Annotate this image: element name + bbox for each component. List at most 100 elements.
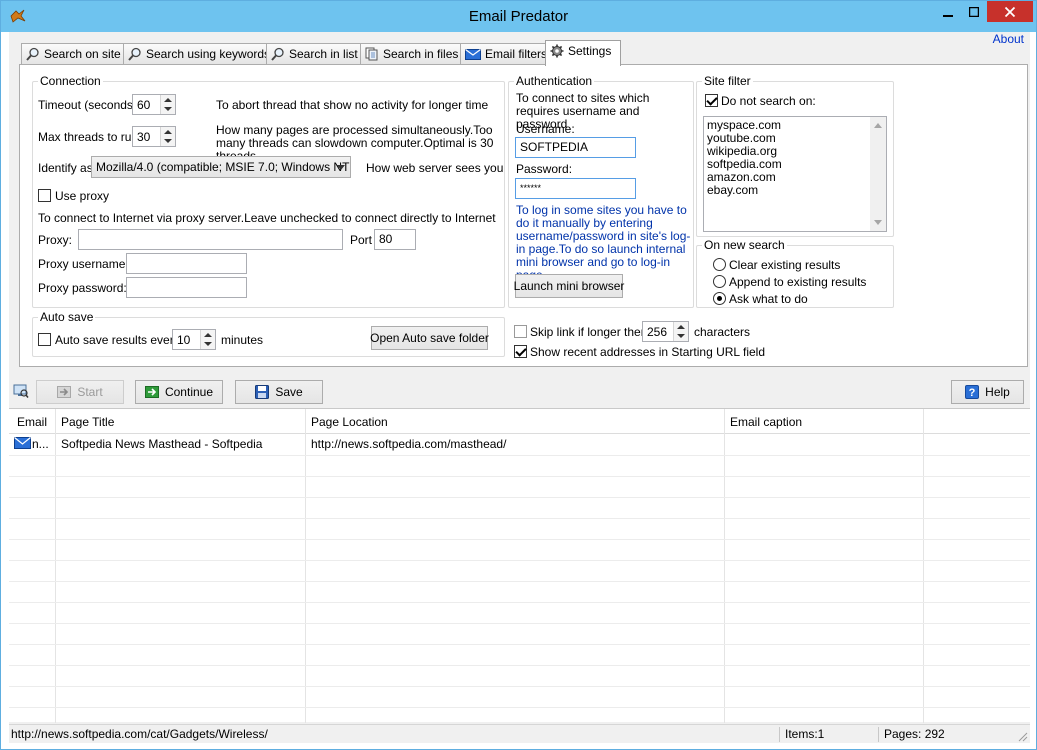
envelope-icon bbox=[14, 437, 31, 449]
maximize-button[interactable] bbox=[961, 1, 987, 22]
tab-email-filters[interactable]: Email filters bbox=[460, 43, 547, 65]
title-bar[interactable]: Email Predator bbox=[1, 1, 1036, 32]
row-divider bbox=[9, 686, 1030, 687]
auto-save-stepper[interactable]: 10 bbox=[172, 329, 216, 350]
column-header-email-caption[interactable]: Email caption bbox=[730, 415, 802, 429]
column-divider bbox=[724, 409, 725, 723]
proxy-username-input[interactable] bbox=[126, 253, 247, 274]
button-label: Save bbox=[275, 385, 303, 399]
skip-long-link-checkbox[interactable] bbox=[514, 325, 527, 338]
launch-mini-browser-button[interactable]: Launch mini browser bbox=[514, 274, 624, 298]
save-button[interactable]: Save bbox=[235, 380, 323, 404]
timeout-stepper[interactable]: 60 bbox=[132, 94, 176, 115]
on-new-search-group: On new search Clear existing results App… bbox=[696, 238, 894, 308]
connection-group: Connection Timeout (seconds): 60 To abor… bbox=[32, 74, 505, 308]
port-label: Port bbox=[350, 233, 373, 247]
list-item[interactable]: ebay.com bbox=[707, 184, 883, 197]
button-label: Help bbox=[985, 385, 1010, 399]
close-button[interactable] bbox=[987, 1, 1033, 22]
button-label: Open Auto save folder bbox=[370, 331, 489, 345]
start-button[interactable]: Start bbox=[36, 380, 124, 404]
chevron-down-icon bbox=[337, 165, 345, 170]
port-input[interactable]: 80 bbox=[374, 229, 416, 250]
radio-ask-what-to-do[interactable] bbox=[713, 292, 726, 305]
show-recent-addresses-label: Show recent addresses in Starting URL fi… bbox=[530, 345, 766, 359]
show-recent-addresses-checkbox[interactable] bbox=[514, 345, 527, 358]
tab-settings[interactable]: Settings bbox=[545, 40, 621, 66]
row-divider bbox=[9, 623, 1030, 624]
column-header-email[interactable]: Email bbox=[17, 415, 47, 429]
skip-length-stepper[interactable]: 256 bbox=[642, 321, 689, 342]
stepper-value: 30 bbox=[137, 130, 151, 144]
auto-save-group: Auto save Auto save results every 10 min… bbox=[32, 310, 505, 357]
proxy-input[interactable] bbox=[78, 229, 343, 250]
help-button[interactable]: ? Help bbox=[951, 380, 1024, 404]
excluded-sites-list[interactable]: myspace.com youtube.com wikipedia.org so… bbox=[703, 116, 887, 232]
monitor-search-icon bbox=[13, 384, 29, 398]
do-not-search-checkbox[interactable] bbox=[705, 94, 718, 107]
stepper-arrows[interactable] bbox=[160, 127, 175, 146]
group-title: Auto save bbox=[38, 310, 96, 324]
stepper-arrows[interactable] bbox=[200, 330, 215, 349]
tab-search-in-files[interactable]: Search in files bbox=[360, 43, 461, 65]
group-title: Site filter bbox=[702, 74, 753, 88]
open-auto-save-folder-button[interactable]: Open Auto save folder bbox=[370, 326, 489, 350]
password-input[interactable]: ****** bbox=[515, 178, 636, 199]
floppy-disk-icon bbox=[255, 385, 270, 399]
results-grid[interactable]: Email Page Title Page Location Email cap… bbox=[9, 408, 1030, 723]
button-label: Continue bbox=[164, 385, 214, 399]
radio-label: Append to existing results bbox=[729, 275, 867, 289]
files-icon bbox=[365, 47, 378, 61]
list-scrollbar[interactable] bbox=[870, 117, 886, 231]
use-proxy-label: Use proxy bbox=[55, 189, 110, 203]
help-icon: ? bbox=[965, 385, 980, 399]
radio-label: Ask what to do bbox=[729, 292, 808, 306]
resize-grip-icon[interactable] bbox=[1016, 730, 1028, 742]
tab-search-on-site[interactable]: Search on site bbox=[21, 43, 124, 65]
magnifier-icon bbox=[26, 47, 39, 61]
page-title-cell: Softpedia News Masthead - Softpedia bbox=[61, 437, 263, 451]
status-separator bbox=[779, 727, 780, 742]
stepper-value: 256 bbox=[647, 325, 668, 339]
proxy-password-input[interactable] bbox=[126, 277, 247, 298]
continue-button[interactable]: Continue bbox=[135, 380, 223, 404]
identify-label: Identify as: bbox=[38, 161, 97, 175]
proxy-hint: To connect to Internet via proxy server.… bbox=[38, 211, 496, 225]
column-header-page-title[interactable]: Page Title bbox=[61, 415, 114, 429]
column-header-page-location[interactable]: Page Location bbox=[311, 415, 388, 429]
tab-search-keywords[interactable]: Search using keywords bbox=[123, 43, 271, 65]
use-proxy-checkbox[interactable] bbox=[38, 189, 51, 202]
stepper-arrows[interactable] bbox=[673, 322, 688, 341]
auto-save-checkbox[interactable] bbox=[38, 333, 51, 346]
timeout-label: Timeout (seconds): bbox=[38, 98, 141, 112]
username-input[interactable]: SOFTPEDIA bbox=[515, 137, 636, 158]
identify-select[interactable]: Mozilla/4.0 (compatible; MSIE 7.0; Windo… bbox=[91, 156, 351, 178]
row-divider bbox=[9, 497, 1030, 498]
envelope-icon bbox=[465, 49, 481, 60]
gear-icon bbox=[550, 44, 564, 58]
radio-label: Clear existing results bbox=[729, 258, 841, 272]
app-window: Email Predator About Search on site Sear… bbox=[0, 0, 1037, 750]
tab-search-in-list[interactable]: Search in list bbox=[266, 43, 361, 65]
tab-label: Search using keywords bbox=[146, 47, 271, 61]
row-divider bbox=[9, 518, 1030, 519]
arrow-right-icon bbox=[144, 386, 159, 398]
email-cell: n... bbox=[32, 437, 49, 451]
client-area: About Search on site Search using keywor… bbox=[9, 32, 1030, 743]
column-divider bbox=[55, 409, 56, 723]
radio-clear-results[interactable] bbox=[713, 258, 726, 271]
timeout-hint: To abort thread that show no activity fo… bbox=[216, 98, 489, 112]
minimize-button[interactable] bbox=[935, 1, 961, 22]
skip-long-link-label: Skip link if longer then bbox=[530, 325, 648, 339]
row-divider bbox=[9, 602, 1030, 603]
stepper-arrows[interactable] bbox=[160, 95, 175, 114]
threads-stepper[interactable]: 30 bbox=[132, 126, 176, 147]
grid-header: Email Page Title Page Location Email cap… bbox=[9, 409, 1030, 434]
auth-help: To log in some sites you have to do it m… bbox=[516, 203, 691, 282]
radio-append-results[interactable] bbox=[713, 275, 726, 288]
maximize-icon bbox=[969, 6, 979, 17]
status-items: Items:1 bbox=[785, 727, 825, 741]
identify-hint: How web server sees you bbox=[366, 161, 504, 175]
about-link[interactable]: About bbox=[993, 32, 1024, 46]
table-row[interactable]: n... Softpedia News Masthead - Softpedia… bbox=[9, 435, 1030, 455]
